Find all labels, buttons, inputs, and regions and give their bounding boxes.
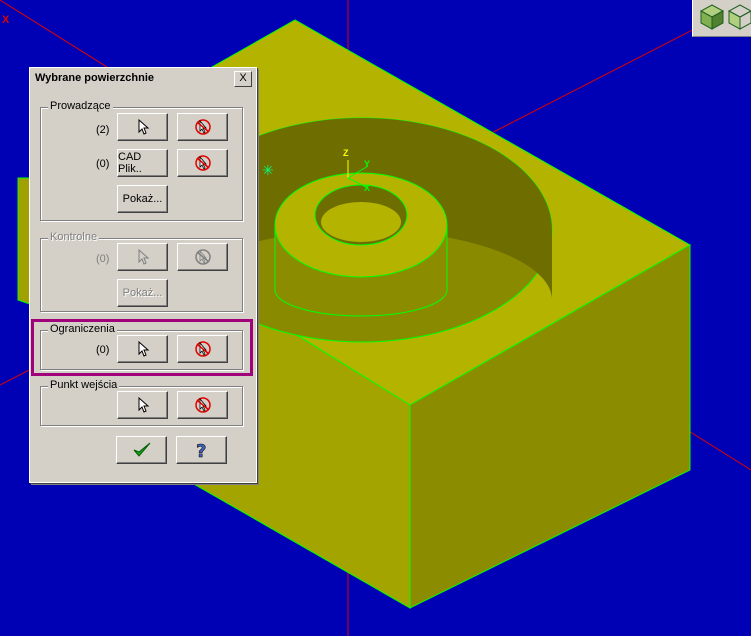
y-axis-label: Y: [364, 159, 371, 169]
cad-file-remove-button[interactable]: [177, 149, 228, 177]
punkt-wejscia-deselect-button[interactable]: [177, 391, 228, 419]
prowadzace-selected-count: (2): [96, 124, 110, 136]
group-punkt-wejscia-label: Punkt wejścia: [48, 379, 120, 391]
x-axis-marker-label: X: [364, 183, 371, 193]
wireframe-cube-icon[interactable]: [727, 2, 751, 32]
cursor-remove-icon: [194, 249, 211, 265]
group-prowadzace-label: Prowadzące: [48, 100, 113, 112]
ograniczenia-highlight-frame: [31, 319, 253, 376]
cursor-remove-icon: [194, 119, 211, 135]
selected-surfaces-dialog: Wybrane powierzchnie X Prowadzące (2) (0…: [29, 67, 257, 483]
help-button[interactable]: ?: [176, 436, 227, 464]
group-prowadzace: Prowadzące (2) (0) CAD Plik.. Pokaż...: [40, 100, 243, 221]
svg-text:✳: ✳: [262, 163, 274, 179]
dialog-titlebar[interactable]: Wybrane powierzchnie X: [32, 70, 254, 88]
cursor-arrow-icon: [138, 397, 149, 413]
x-axis-label: X: [2, 14, 10, 26]
group-punkt-wejscia: Punkt wejścia: [40, 379, 243, 426]
prowadzace-cad-count: (0): [96, 158, 110, 170]
group-kontrolne-label: Kontrolne: [48, 231, 100, 243]
cursor-remove-icon: [194, 155, 211, 171]
punkt-wejscia-select-button[interactable]: [117, 391, 168, 419]
cursor-remove-icon: [194, 397, 211, 413]
kontrolne-show-button[interactable]: Pokaż...: [117, 279, 168, 307]
view-toolbar: [692, 0, 751, 37]
kontrolne-select-button[interactable]: [117, 243, 168, 271]
prowadzace-show-button[interactable]: Pokaż...: [117, 185, 168, 213]
svg-text:?: ?: [196, 441, 206, 460]
cad-file-button[interactable]: CAD Plik..: [117, 149, 168, 177]
cursor-arrow-icon: [138, 119, 149, 135]
group-kontrolne: Kontrolne (0) Pokaż...: [40, 231, 243, 312]
dialog-title: Wybrane powierzchnie: [35, 72, 154, 84]
z-axis-label: Z: [343, 148, 349, 158]
checkmark-icon: [133, 442, 150, 457]
isometric-cube-icon[interactable]: [699, 2, 725, 32]
ok-button[interactable]: [116, 436, 167, 464]
close-icon: X: [239, 72, 247, 84]
prowadzace-select-button[interactable]: [117, 113, 168, 141]
question-mark-icon: ?: [195, 441, 206, 460]
prowadzace-deselect-button[interactable]: [177, 113, 228, 141]
close-button[interactable]: X: [234, 71, 252, 87]
kontrolne-deselect-button[interactable]: [177, 243, 228, 271]
cursor-arrow-icon: [138, 249, 149, 265]
kontrolne-count: (0): [96, 253, 110, 265]
